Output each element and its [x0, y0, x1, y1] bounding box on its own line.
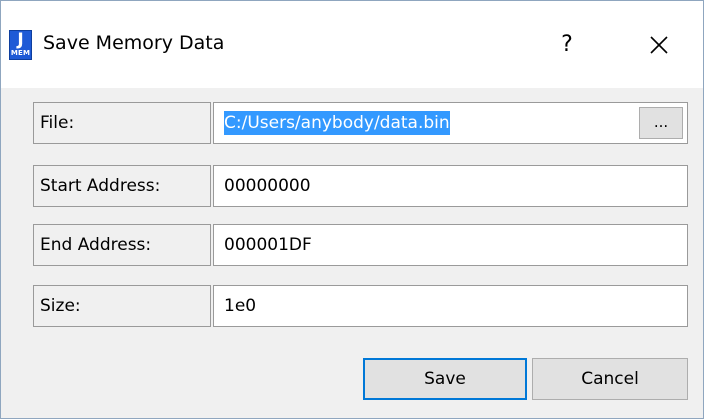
close-icon	[650, 36, 668, 54]
start-address-row: Start Address: 00000000	[33, 165, 688, 207]
end-address-row: End Address: 000001DF	[33, 224, 688, 266]
file-input[interactable]: C:/Users/anybody/data.bin ...	[213, 102, 688, 144]
end-address-input[interactable]: 000001DF	[213, 224, 688, 266]
save-button[interactable]: Save	[363, 358, 527, 400]
size-row: Size: 1e0	[33, 285, 688, 327]
start-address-input[interactable]: 00000000	[213, 165, 688, 207]
help-button[interactable]: ?	[549, 27, 585, 63]
app-icon: J MEM	[9, 30, 32, 60]
cancel-button[interactable]: Cancel	[532, 358, 688, 400]
title-bar: J MEM Save Memory Data ?	[1, 1, 703, 88]
size-label: Size:	[33, 285, 211, 327]
close-button[interactable]	[641, 27, 677, 63]
app-icon-letter: J	[17, 30, 24, 50]
app-icon-sub: MEM	[10, 49, 31, 57]
file-row: File: C:/Users/anybody/data.bin ...	[33, 102, 688, 144]
file-label: File:	[33, 102, 211, 144]
start-address-label: Start Address:	[33, 165, 211, 207]
size-input[interactable]: 1e0	[213, 285, 688, 327]
end-address-label: End Address:	[33, 224, 211, 266]
window-title: Save Memory Data	[43, 32, 225, 54]
save-memory-dialog: J MEM Save Memory Data ? File: C:/Users/…	[0, 0, 704, 419]
browse-button[interactable]: ...	[639, 107, 683, 139]
file-path-value[interactable]: C:/Users/anybody/data.bin	[224, 111, 450, 135]
